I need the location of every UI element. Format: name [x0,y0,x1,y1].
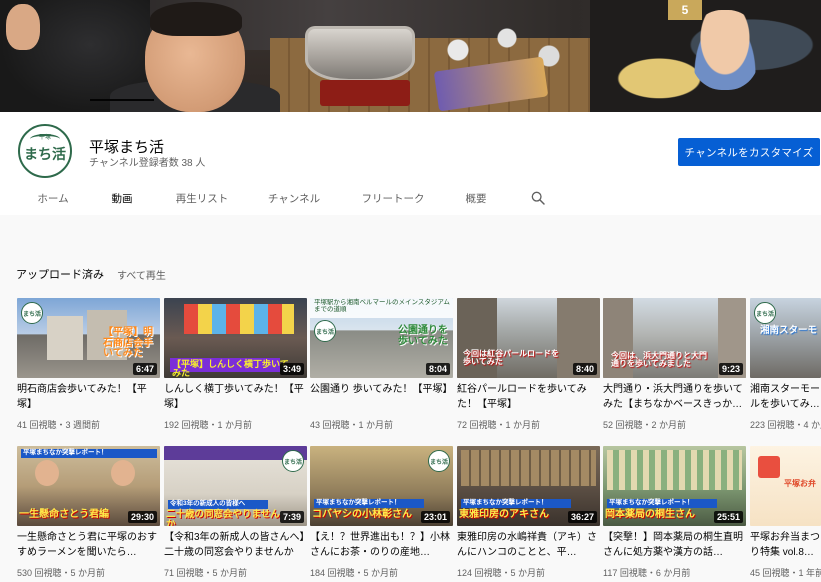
channel-logo-badge: まち活 [314,320,336,342]
video-thumbnail[interactable]: 平塚駅から湘南ベルマールのメインスタジアムまでの道順 まち活 公園通りを歩いてみ… [310,298,453,378]
video-duration: 36:27 [567,511,597,523]
video-thumbnail[interactable]: 平塚まちなか突撃レポート！ 東雅印房のアキさん 36:27 [457,446,600,526]
video-duration: 8:40 [572,363,597,375]
thumbnail-caption: 【平塚】明石商店会手いてみた [103,327,153,359]
video-title[interactable]: 東雅印房の水嶋祥貴（アキ）さんにハンコのことと、平… [457,530,600,560]
video-thumbnail[interactable]: 平塚お弁 [750,446,821,526]
video-title[interactable]: 【令和3年の新成人の皆さんへ】二十歳の同窓会やりませんか [164,530,307,560]
thumbnail-caption: 【平塚】しんしく横丁歩いてみた [172,359,289,378]
tab-about[interactable]: 概要 [456,182,496,215]
video-title[interactable]: 平塚お弁当まつり特集 vol.8【情報カ… [750,530,821,560]
thumbnail-top-caption: 令和3年の新成人の皆様へ [168,500,268,509]
tab-free-talk[interactable]: フリートーク [350,182,436,215]
video-meta: 117 回視聴・6 か月前 [603,568,691,578]
banner-stove [320,80,410,106]
banner-sign: 5 [668,0,702,20]
video-meta: 184 回視聴・5 か月前 [310,568,399,578]
video-meta: 124 回視聴・5 か月前 [457,568,546,578]
thumbnail-caption: 平塚お弁 [784,479,816,488]
banner-hand [6,4,40,50]
video-title[interactable]: 紅谷パールロードを歩いてみた！【平塚】 [457,382,600,412]
video-duration: 7:39 [279,511,304,523]
thumbnail-caption: 一生懸命さとう君編 [19,509,109,520]
thumbnail-caption: 湘南スターモ [760,325,818,336]
video-title[interactable]: 【突撃！】岡本薬局の桐生直明さんに処方薬や漢方の話… [603,530,746,560]
thumbnail-top-caption: 平塚まちなか突撃レポート！ [21,449,157,458]
video-duration: 8:04 [425,363,450,375]
video-meta: 41 回視聴・3 週間前 [17,420,101,430]
video-thumbnail[interactable]: まち活 令和3年の新成人の皆様へ 二十歳の同窓会やりませんか 7:39 [164,446,307,526]
thumbnail-top-caption: 平塚まちなか突撃レポート！ [314,499,424,508]
customize-channel-button[interactable]: チャンネルをカスタマイズ [678,138,820,166]
thumbnail-caption: 公園通りを歩いてみた [398,325,448,347]
thumbnail-caption: 今回は紅谷パールロードを歩いてみた [463,349,559,367]
subscriber-count: チャンネル登録者数 38 人 [89,158,206,169]
avatar-sub-text: 平塚 [38,135,51,141]
banner-hair [150,2,242,36]
video-duration: 25:51 [713,511,743,523]
channel-logo-badge: まち活 [21,302,43,324]
video-duration: 6:47 [132,363,157,375]
video-duration: 23:01 [420,511,450,523]
video-meta: 72 回視聴・1 か月前 [457,420,541,430]
video-duration: 3:49 [279,363,304,375]
video-title[interactable]: 一生懸命さとう君に平塚のおすすめラーメンを聞いたら… [17,530,160,560]
video-meta: 45 回視聴・1 年前 [750,568,821,578]
channel-logo-badge: まち活 [282,450,304,472]
play-all-button[interactable]: すべて再生 [117,267,166,282]
video-title[interactable]: 公園通り 歩いてみた！【平塚】 [310,382,453,397]
video-meta: 530 回視聴・5 か月前 [17,568,106,578]
video-meta: 52 回視聴・2 か月前 [603,420,687,430]
video-meta: 223 回視聴・4 か月前 [750,420,821,430]
avatar-logo-text: まち活 [24,147,66,163]
video-duration: 29:30 [127,511,157,523]
tab-channels[interactable]: チャンネル [256,182,332,215]
thumbnail-top-caption: 平塚駅から湘南ベルマールのメインスタジアムまでの道順 [314,299,450,313]
channel-avatar[interactable]: 平塚 まち活 [18,124,72,178]
channel-logo-badge: まち活 [428,450,450,472]
active-tab-indicator [90,99,154,101]
video-thumbnail[interactable]: 平塚まちなか突撃レポート！ 岡本薬局の桐生さん 25:51 [603,446,746,526]
thumbnail-caption: 岡本薬局の桐生さん [605,509,695,520]
tab-home[interactable]: ホーム [22,182,84,215]
tab-playlists[interactable]: 再生リスト [164,182,240,215]
thumbnail-top-caption: 平塚まちなか突撃レポート！ [461,499,571,508]
video-title[interactable]: 湘南スターモールを歩いてみた！【平塚】 [750,382,821,412]
search-icon[interactable] [530,190,546,206]
video-meta: 192 回視聴・1 か月前 [164,420,253,430]
thumbnail-caption: 今回は、浜大門通りと大門通りを歩いてみました [611,351,707,369]
video-thumbnail[interactable]: 平塚まちなか突撃レポート！ 一生懸命さとう君編 29:30 [17,446,160,526]
video-meta: 71 回視聴・5 か月前 [164,568,248,578]
video-title[interactable]: 大門通り・浜大門通りを歩いてみた【まちなかベースきっかけ】 [603,382,746,412]
channel-tabs: ホーム 動画 再生リスト チャンネル フリートーク 概要 [0,182,821,215]
video-thumbnail[interactable]: 【平塚】しんしく横丁歩いてみた 3:49 [164,298,307,378]
tab-videos[interactable]: 動画 [90,182,154,215]
video-duration: 9:23 [718,363,743,375]
video-title[interactable]: 明石商店会歩いてみた！【平塚】 [17,382,160,412]
channel-banner: 5 [0,0,821,112]
thumbnail-caption: コバヤシの小林彰さん [312,509,412,520]
video-thumbnail[interactable]: 今回は紅谷パールロードを歩いてみた 8:40 [457,298,600,378]
video-thumbnail[interactable]: まち活 湘南スターモ [750,298,821,378]
video-meta: 43 回視聴・1 か月前 [310,420,394,430]
thumbnail-top-caption: 平塚まちなか突撃レポート！ [607,499,717,508]
video-thumbnail[interactable]: まち活 【平塚】明石商店会手いてみた 6:47 [17,298,160,378]
thumbnail-caption: 東雅印房のアキさん [459,509,549,520]
banner-pot [305,26,415,82]
video-thumbnail[interactable]: まち活 平塚まちなか突撃レポート！ コバヤシの小林彰さん 23:01 [310,446,453,526]
video-title[interactable]: しんしく横丁歩いてみた！【平塚】 [164,382,307,412]
thumbnail-caption: 二十歳の同窓会やりませんか [166,509,280,526]
section-title: アップロード済み [16,269,104,281]
video-thumbnail[interactable]: 今回は、浜大門通りと大門通りを歩いてみました 9:23 [603,298,746,378]
banner-child [690,10,760,90]
video-title[interactable]: 【え！？世界進出も！？】小林さんにお茶・のりの産地… [310,530,453,560]
channel-logo-badge: まち活 [754,302,776,324]
channel-header: 平塚 まち活 平塚まち活 チャンネル登録者数 38 人 チャンネルをカスタマイズ… [0,112,821,215]
